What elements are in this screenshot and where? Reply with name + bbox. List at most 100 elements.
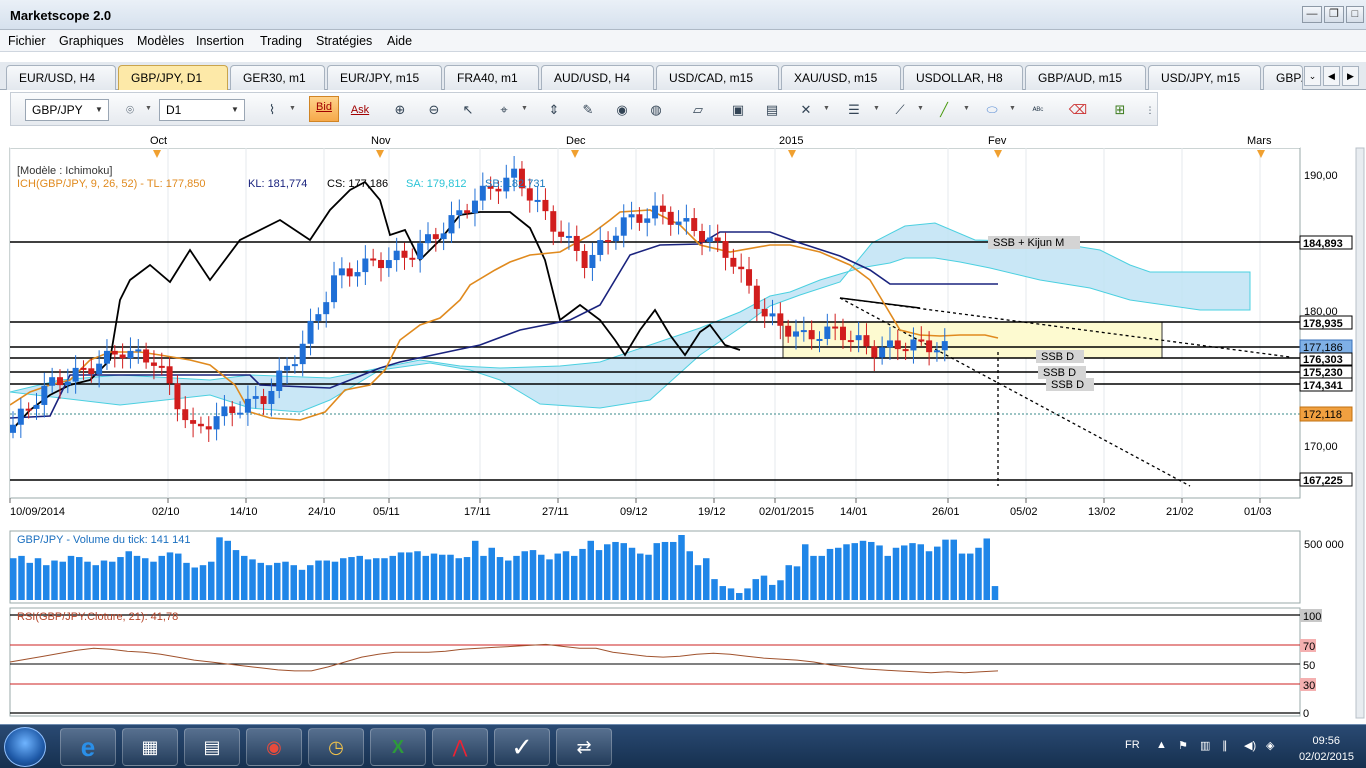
chevron-right-icon[interactable]: ▶	[1342, 66, 1359, 86]
clock-date[interactable]: 02/02/2015	[1299, 751, 1354, 763]
menu-modeles[interactable]: Modèles	[137, 34, 184, 48]
tab-xauusd-m15[interactable]: XAU/USD, m15	[781, 65, 901, 90]
chevron-down-icon[interactable]: ▼	[92, 101, 106, 119]
cursor-icon[interactable]: ↖	[457, 100, 479, 120]
menu-aide[interactable]: Aide	[387, 34, 412, 48]
volume-bar	[364, 559, 372, 600]
volume-bar	[150, 561, 157, 600]
edit-icon[interactable]: ✎	[577, 100, 599, 120]
crosshair-icon[interactable]: ⌖	[493, 100, 515, 120]
language-indicator[interactable]: FR	[1125, 739, 1140, 751]
explorer-icon[interactable]: ▦	[122, 728, 178, 766]
glasses-icon[interactable]: ⌾	[119, 100, 141, 120]
security-icon[interactable]: ◈	[1266, 739, 1274, 752]
volume-icon[interactable]: ◀)	[1244, 739, 1256, 752]
fibonacci-icon[interactable]: ⟋	[889, 100, 911, 120]
volume-bar	[777, 580, 784, 600]
toolbar-options-icon[interactable]: ⋮	[1139, 100, 1161, 120]
chart-area[interactable]: 190,00 180,00 170,00 184,893 178,935 177…	[0, 127, 1366, 723]
menu-strategies[interactable]: Stratégies	[316, 34, 372, 48]
image-icon[interactable]: ▣	[727, 100, 749, 120]
volume-bar	[612, 541, 619, 600]
tab-gbpaud-m15[interactable]: GBP/AUD, m15	[1025, 65, 1146, 90]
volume-bar	[175, 553, 182, 600]
eraser-icon[interactable]: ⌫	[1067, 100, 1089, 120]
minimize-icon[interactable]: —	[1302, 6, 1322, 23]
clock-time[interactable]: 09:56	[1312, 735, 1340, 747]
timeframe-select[interactable]: D1 ▼	[159, 99, 245, 121]
tab-eurusd-h4[interactable]: EUR/USD, H4	[6, 65, 116, 90]
chart-type-icon[interactable]: ⌇	[261, 100, 283, 120]
chevron-down-icon[interactable]: ▼	[873, 105, 880, 112]
globe-icon[interactable]: ◍	[645, 100, 667, 120]
date-tick: 19/12	[698, 506, 726, 518]
tab-ger30-m1[interactable]: GER30, m1	[230, 65, 325, 90]
volume-bar	[59, 561, 66, 600]
acrobat-icon[interactable]: ⋀	[432, 728, 488, 766]
chevron-down-icon[interactable]: ▼	[917, 105, 924, 112]
tab-usdollar-h8[interactable]: USDOLLAR, H8	[903, 65, 1023, 90]
tab-list-icon[interactable]: ⌄	[1304, 66, 1321, 86]
zoom-in-icon[interactable]: ⊕	[389, 100, 411, 120]
bid-button[interactable]: Bid	[309, 96, 339, 122]
text-tool-icon[interactable]: ᴬᴮᶜ	[1027, 100, 1049, 120]
range-box[interactable]	[782, 321, 1163, 359]
chevron-down-icon[interactable]: ▼	[521, 105, 528, 112]
symbol-select[interactable]: GBP/JPY ▼	[25, 99, 109, 121]
network-icon[interactable]: ▥	[1200, 739, 1210, 752]
tab-fra40-m1[interactable]: FRA40, m1	[444, 65, 539, 90]
rsi-label: RSI(GBP/JPY.Cloture, 21): 41,78	[17, 611, 178, 623]
flag-icon[interactable]: ⚑	[1178, 739, 1188, 752]
volume-bar	[480, 555, 487, 600]
menu-trading[interactable]: Trading	[260, 34, 302, 48]
hierarchy-icon[interactable]: ⊞	[1109, 100, 1131, 120]
tools-icon[interactable]: ✕	[795, 100, 817, 120]
excel-icon[interactable]: X	[370, 728, 426, 766]
annotation-ssb-kijun[interactable]: SSB + Kijun M	[993, 237, 1064, 249]
tab-usdjpy-m15[interactable]: USD/JPY, m15	[1148, 65, 1261, 90]
restore-icon[interactable]: ❐	[1324, 6, 1344, 23]
chart-svg[interactable]: 190,00 180,00 170,00 184,893 178,935 177…	[0, 127, 1366, 723]
eye-icon[interactable]: ◉	[611, 100, 633, 120]
wifi-icon[interactable]: ∥	[1222, 739, 1228, 752]
vertical-scrollbar[interactable]	[1355, 147, 1365, 719]
ask-button[interactable]: Ask	[345, 100, 375, 120]
chevron-down-icon[interactable]: ▼	[823, 105, 830, 112]
chevron-down-icon[interactable]: ▼	[1009, 105, 1016, 112]
tray-up-icon[interactable]: ▲	[1156, 739, 1167, 751]
marketscope-icon[interactable]: ✓	[494, 728, 550, 766]
scheduler-icon[interactable]: ◷	[308, 728, 364, 766]
windows-start-icon[interactable]	[4, 727, 46, 767]
tab-gbp-partial[interactable]: GBP/	[1263, 65, 1303, 90]
properties-icon[interactable]: ▤	[761, 100, 783, 120]
lines-icon[interactable]: ☰	[843, 100, 865, 120]
tab-gbpjpy-d1[interactable]: GBP/JPY, D1	[118, 65, 228, 90]
rsi-tick: 50	[1303, 660, 1315, 672]
menu-graphiques[interactable]: Graphiques	[59, 34, 124, 48]
tab-usdcad-m15[interactable]: USD/CAD, m15	[656, 65, 779, 90]
menu-insertion[interactable]: Insertion	[196, 34, 244, 48]
volume-bar	[538, 554, 545, 600]
close-icon[interactable]: □	[1346, 6, 1364, 23]
chevron-down-icon[interactable]: ▼	[963, 105, 970, 112]
tab-audusd-h4[interactable]: AUD/USD, H4	[541, 65, 654, 90]
annotation-ssb-d[interactable]: SSB D	[1041, 351, 1074, 363]
calculator-icon[interactable]: ▤	[184, 728, 240, 766]
zoom-out-icon[interactable]: ⊖	[423, 100, 445, 120]
teamviewer-icon[interactable]: ⇄	[556, 728, 612, 766]
menu-fichier[interactable]: Fichier	[8, 34, 46, 48]
ie-icon[interactable]: e	[60, 728, 116, 766]
annotation-ssb-d[interactable]: SSB D	[1051, 379, 1084, 391]
chevron-down-icon[interactable]: ▼	[228, 101, 242, 119]
ellipse-icon[interactable]: ⬭	[981, 100, 1003, 120]
tab-eurjpy-m15[interactable]: EUR/JPY, m15	[327, 65, 442, 90]
indicator-icon[interactable]: ⇕	[543, 100, 565, 120]
chevron-left-icon[interactable]: ◀	[1323, 66, 1340, 86]
annotation-ssb-d[interactable]: SSB D	[1043, 367, 1076, 379]
rsi-panel[interactable]	[9, 607, 1301, 717]
chrome-icon[interactable]: ◉	[246, 728, 302, 766]
ruler-icon[interactable]: ▱	[687, 100, 709, 120]
chevron-down-icon[interactable]: ▼	[289, 105, 296, 112]
chevron-down-icon[interactable]: ▼	[145, 105, 152, 112]
trendline-icon[interactable]: ╱	[933, 100, 955, 120]
